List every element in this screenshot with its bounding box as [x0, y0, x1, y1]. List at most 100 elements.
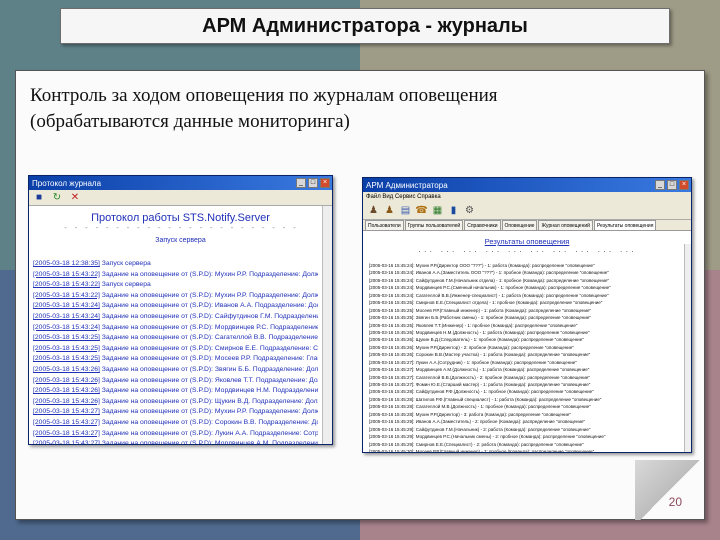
- log-row-text: Задание на оповещение от (S.P.D): Звягин…: [101, 365, 318, 373]
- result-row: [2005-03-16 15:45:29]: Иванов А.А.(Замес…: [369, 419, 586, 425]
- log-window-title: Протокол журнала: [32, 178, 102, 188]
- content-sheet: Контроль за ходом оповещения по журналам…: [15, 70, 705, 520]
- log-row[interactable]: [2005-03-18 15:43:24] Задание на оповеще…: [33, 312, 318, 323]
- log-row-timestamp: [2005-03-18 15:43:27]: [33, 408, 100, 416]
- delete-icon[interactable]: ✕: [69, 192, 81, 204]
- arm-tab[interactable]: Журнал оповещений: [538, 220, 593, 230]
- chart-icon[interactable]: ▮: [447, 204, 460, 217]
- log-row[interactable]: [2005-03-18 15:43:26] Задание на оповеще…: [33, 365, 318, 376]
- slide-title: АРМ Администратора - журналы: [60, 8, 670, 44]
- arm-tab[interactable]: Результаты оповещения: [593, 220, 657, 230]
- body-text-line-2: (обрабатываются данные мониторинга): [30, 111, 350, 132]
- refresh-icon[interactable]: ↻: [51, 192, 63, 204]
- maximize-icon[interactable]: □: [308, 178, 318, 188]
- log-row-text: Запуск сервера: [101, 281, 151, 289]
- result-row: [2005-03-16 15:45:27]: Лукин А.А.(Сотруд…: [369, 359, 577, 365]
- log-row-text: Задание на оповещение от (S.P.D): Смирно…: [101, 344, 318, 352]
- result-row: [2005-03-16 15:45:26]: Мухин Р.Р.(Директ…: [369, 344, 574, 350]
- log-row[interactable]: [2005-03-18 15:43:27] Задание на оповеще…: [33, 429, 318, 440]
- log-row-timestamp: [2005-03-18 15:43:22]: [33, 281, 100, 289]
- log-row[interactable]: [2005-03-18 15:43:25] Задание на оповеще…: [33, 354, 318, 365]
- group-icon[interactable]: ♟: [383, 204, 396, 217]
- settings-icon[interactable]: ⚙: [463, 204, 476, 217]
- log-row[interactable]: [2005-03-18 15:43:27] Задание на оповеще…: [33, 407, 318, 418]
- result-row: [2005-03-16 15:45:29]: Сайфутдинов Г.М.(…: [369, 426, 591, 432]
- log-row-text: Задание на оповещение от (S.P.D): Мосеев…: [101, 355, 318, 363]
- log-row[interactable]: [2005-03-18 15:43:27] Задание на оповеще…: [33, 418, 318, 429]
- log-row[interactable]: [2005-03-18 15:43:25] Задание на оповеще…: [33, 344, 318, 355]
- log-row-text: Задание на оповещение от (S.P.D): Мордви…: [101, 387, 318, 395]
- log-row-timestamp: [2005-03-18 15:43:24]: [33, 302, 100, 310]
- log-row[interactable]: [2005-03-18 15:43:22] Задание на оповеще…: [33, 291, 318, 302]
- log-row[interactable]: [2005-03-18 15:43:26] Задание на оповеще…: [33, 397, 318, 408]
- arm-window-titlebar[interactable]: АРМ Администратора _ □ ×: [363, 178, 691, 192]
- result-row: [2005-03-16 15:45:27]: Сагателлой В.В.(Д…: [369, 374, 590, 380]
- arm-window-title: АРМ Администратора: [366, 180, 448, 190]
- result-row: [2005-03-16 15:45:24]: Сагателлой В.В.(И…: [369, 292, 609, 298]
- save-icon[interactable]: ■: [33, 192, 45, 204]
- log-row-timestamp: [2005-03-18 15:43:26]: [33, 376, 100, 384]
- log-window-toolbar: ■ ↻ ✕: [29, 190, 332, 206]
- log-row-timestamp: [2005-03-18 15:43:27]: [33, 440, 100, 445]
- minimize-icon[interactable]: _: [296, 178, 306, 188]
- result-row: [2005-03-16 15:45:28]: Сагателлой М.В.(Д…: [369, 404, 591, 410]
- log-row-timestamp: [2005-03-18 15:43:26]: [33, 397, 100, 405]
- log-row-timestamp: [2005-03-18 15:43:22]: [33, 270, 100, 278]
- book-icon[interactable]: ▤: [399, 204, 412, 217]
- log-row[interactable]: [2005-03-18 15:43:25] Задание на оповеще…: [33, 333, 318, 344]
- result-row: [2005-03-16 15:45:25]: Яковлев Т.Т.(Инже…: [369, 322, 578, 328]
- result-row: [2005-03-16 15:45:24]: Сайфутдинов Г.М.(…: [369, 277, 610, 283]
- log-row-text: Задание на оповещение от (S.P.D): Сороки…: [101, 418, 318, 426]
- journal-icon[interactable]: ▦: [431, 204, 444, 217]
- result-row: [2005-03-16 15:45:29]: Смирнов Е.Е.(Спец…: [369, 441, 584, 447]
- result-scrollbar[interactable]: [684, 244, 691, 452]
- close-icon[interactable]: ×: [320, 178, 330, 188]
- arm-admin-window: АРМ Администратора _ □ × Файл Вид Сервис…: [362, 177, 692, 453]
- log-row-text: Задание на оповещение от (S.P.D): Яковле…: [101, 376, 318, 384]
- log-row-text: Задание на оповещение от (S.P.D): Мордви…: [101, 323, 318, 331]
- log-row-text: Задание на оповещение от (S.P.D): Сайфут…: [101, 312, 318, 320]
- log-row-timestamp: [2005-03-18 15:43:25]: [33, 334, 100, 342]
- arm-tab[interactable]: Оповещение: [501, 220, 538, 230]
- phone-icon[interactable]: ☎: [415, 204, 428, 217]
- maximize-icon[interactable]: □: [667, 180, 677, 190]
- result-row: [2005-03-16 15:45:24]: Мордвинцев Р.С.(С…: [369, 285, 611, 291]
- page-number: 20: [668, 495, 682, 509]
- log-row[interactable]: [2005-03-18 12:38:35] Запуск сервера: [33, 259, 318, 270]
- log-viewer-window: Протокол журнала _ □ × ■ ↻ ✕ Протокол ра…: [28, 175, 333, 445]
- log-row[interactable]: [2005-03-18 15:43:22] Запуск сервера: [33, 280, 318, 291]
- log-row[interactable]: [2005-03-18 15:43:22] Задание на оповеще…: [33, 270, 318, 281]
- log-row-timestamp: [2005-03-18 15:43:22]: [33, 291, 100, 299]
- log-row-timestamp: [2005-03-18 15:43:26]: [33, 365, 100, 373]
- arm-toolbar: ♟ ♟ ▤ ☎ ▦ ▮ ⚙: [363, 202, 691, 220]
- log-row-timestamp: [2005-03-18 12:38:35]: [33, 260, 100, 267]
- log-row-timestamp: [2005-03-18 15:43:26]: [33, 387, 100, 395]
- people-icon[interactable]: ♟: [367, 204, 380, 217]
- log-row-text: Задание на оповещение от (S.P.D): Щукин …: [101, 397, 318, 405]
- arm-tab[interactable]: Справочники: [464, 220, 501, 230]
- close-icon[interactable]: ×: [679, 180, 689, 190]
- log-row[interactable]: [2005-03-18 15:43:24] Задание на оповеще…: [33, 301, 318, 312]
- result-row: [2005-03-16 15:45:25]: Смирнов Е.Е.(Спец…: [369, 300, 603, 306]
- result-row: [2005-03-16 15:45:28]: Мухин Р.Р.(Директ…: [369, 411, 571, 417]
- result-row: [2005-03-16 15:45:27]: Мордвинцев А.М.(Д…: [369, 367, 590, 373]
- log-row-text: Задание на оповещение от (S.P.D): Лукин …: [101, 429, 318, 437]
- log-row[interactable]: [2005-03-18 15:43:27] Задание на оповеще…: [33, 439, 318, 445]
- arm-tab[interactable]: Группы пользователей: [404, 220, 464, 230]
- result-title: Результаты оповещения: [484, 237, 570, 246]
- log-row[interactable]: [2005-03-18 15:43:26] Задание на оповеще…: [33, 376, 318, 387]
- log-row[interactable]: [2005-03-18 15:43:26] Задание на оповеще…: [33, 386, 318, 397]
- result-row: [2005-03-16 15:45:27]: Фомин Ю.Е.(Старши…: [369, 382, 591, 387]
- log-row-text: Задание на оповещение от (S.P.D): Мухин …: [101, 408, 318, 416]
- page-curl: [635, 460, 705, 520]
- log-row-timestamp: [2005-03-18 15:43:24]: [33, 312, 100, 320]
- log-row-timestamp: [2005-03-18 15:43:25]: [33, 344, 100, 352]
- arm-tab[interactable]: Пользователи: [365, 220, 404, 230]
- result-row: [2005-03-16 15:45:26]: Мордвинцев Н.М.(Д…: [369, 329, 590, 335]
- result-row: [2005-03-16 15:45:28]: Сайфутдинов Р.Ф.(…: [369, 389, 594, 395]
- arm-menu-bar[interactable]: Файл Вид Сервис Справка: [363, 192, 691, 202]
- log-row[interactable]: [2005-03-18 15:43:24] Задание на оповеще…: [33, 323, 318, 334]
- log-window-titlebar[interactable]: Протокол журнала _ □ ×: [29, 176, 332, 190]
- minimize-icon[interactable]: _: [655, 180, 665, 190]
- log-scrollbar[interactable]: [322, 206, 332, 444]
